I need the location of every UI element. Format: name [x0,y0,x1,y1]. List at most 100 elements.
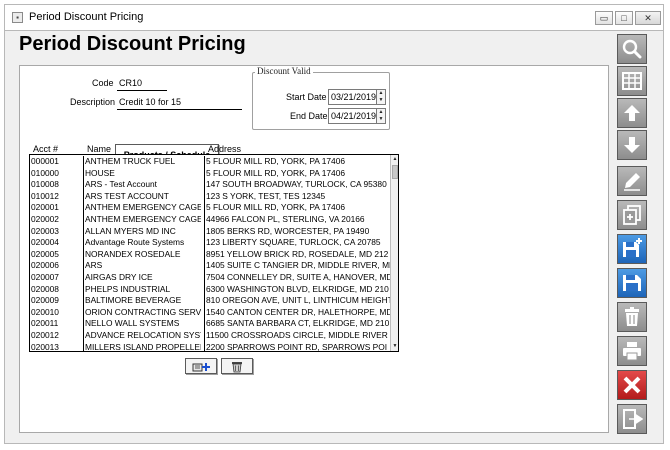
address-cell: 1405 SUITE C TANGIER DR, MIDDLE RIVER, M… [204,260,390,272]
acct-cell: 020004 [31,237,59,248]
list-scrollbar[interactable]: ▲ ▼ [390,155,398,351]
column-header-address[interactable]: Address [208,144,241,154]
name-cell: ARS [83,260,201,272]
address-cell: 810 OREGON AVE, UNIT L, LINTHICUM HEIGHT [204,295,390,307]
address-cell: 7504 CONNELLEY DR, SUITE A, HANOVER, MD [204,272,390,284]
address-cell: 123 LIBERTY SQUARE, TURLOCK, CA 20785 [204,237,390,249]
toolbar-edit-button[interactable] [617,166,647,196]
name-cell: NELLO WALL SYSTEMS [83,318,201,330]
toolbar-search-button[interactable] [617,34,647,64]
toolbar-delete-button[interactable] [617,302,647,332]
acct-cell: 020013 [31,341,59,352]
toolbar-grid-button[interactable] [617,66,647,96]
accounts-list[interactable]: 020013 MILLERS ISLAND PROPELLER 2200 SPARR… [29,154,399,352]
scroll-up-icon[interactable]: ▲ [391,155,398,164]
list-item[interactable]: 020007 AIRGAS DRY ICE 7504 CONNELLEY DR, S… [30,272,390,284]
name-cell: MILLERS ISLAND PROPELLER [83,341,201,352]
app-window: ▪ Period Discount Pricing ▭ □ ✕ Period D… [0,0,670,450]
remove-account-button[interactable] [221,358,253,374]
spin-up-icon[interactable]: ▲ [377,109,385,116]
list-item[interactable]: 020006 ARS 1405 SUITE C TANGIER DR, MIDDLE… [30,260,390,272]
address-cell: 44966 FALCON PL, STERLING, VA 20166 [204,214,390,226]
grid-icon [622,72,642,90]
list-item[interactable]: 020011 NELLO WALL SYSTEMS 6685 SANTA BARBA… [30,318,390,330]
toolbar-save-new-button[interactable] [617,234,647,264]
add-account-button[interactable] [185,358,217,374]
title-bar: ▪ Period Discount Pricing ▭ □ ✕ [4,4,664,30]
form-panel: Code Description Products / Schedule Dis… [19,65,609,433]
acct-cell: 020001 [31,202,59,213]
discount-valid-legend: Discount Valid [255,66,313,76]
start-date-spinner[interactable]: ▲ ▼ [376,89,386,105]
toolbar-copy-button[interactable] [617,200,647,230]
list-item[interactable]: 010012 ARS TEST ACCOUNT 123 S YORK, TEST, … [30,190,390,203]
list-item[interactable]: 020005 NORANDEX ROSEDALE 8951 YELLOW BRICK… [30,248,390,261]
acct-cell: 020002 [31,214,59,224]
window-title: Period Discount Pricing [29,11,144,23]
name-cell: ANTHEM EMERGENCY CAGE B [83,202,201,214]
spin-down-icon[interactable]: ▼ [377,97,385,104]
toolbar-previous-button[interactable] [617,98,647,128]
acct-cell: 010008 [31,179,59,190]
spin-down-icon[interactable]: ▼ [377,116,385,123]
end-date-label: End Date [290,111,328,121]
list-item[interactable]: 020004 Advantage Route Systems 123 LIBERTY… [30,237,390,249]
address-cell: 1805 BERKS RD, WORCESTER, PA 19490 [204,225,390,238]
address-cell: 8951 YELLOW BRICK RD, ROSEDALE, MD 212 [204,248,389,261]
close-window-button[interactable]: ✕ [635,11,661,25]
save-new-icon [623,238,642,257]
acct-cell: 020011 [31,318,59,329]
description-field[interactable] [117,95,242,110]
list-item[interactable]: 020010 ORION CONTRACTING SERVIC 1540 CANTO… [30,306,390,319]
list-item[interactable]: 020013 MILLERS ISLAND PROPELLER 2200 SPARR… [30,341,390,352]
start-date-label: Start Date [286,92,327,102]
code-field[interactable] [117,76,167,91]
list-item[interactable]: 020009 BALTIMORE BEVERAGE 810 OREGON AVE, … [30,295,390,307]
list-item[interactable]: 020002 ANTHEM EMERGENCY CAGE S 44966 FALCO… [30,214,390,226]
minimize-button[interactable]: ▭ [595,11,613,25]
toolbar-save-button[interactable] [617,268,647,298]
name-cell: ANTHEM TRUCK FUEL [83,156,201,168]
acct-cell: 020003 [31,225,59,236]
list-item[interactable]: 020001 ANTHEM EMERGENCY CAGE B5 FLOUR MIL… [30,202,390,214]
list-item[interactable]: 020008 PHELPS INDUSTRIAL 6300 WASHINGTON B… [30,283,390,296]
print-icon [623,342,641,361]
name-cell: ANTHEM EMERGENCY CAGE S [83,214,201,226]
scroll-thumb[interactable] [392,165,398,179]
address-cell: 1540 CANTON CENTER DR, HALETHORPE, MD [204,306,390,319]
maximize-button[interactable]: □ [615,11,633,25]
toolbar-exit-button[interactable] [617,404,647,434]
end-date-spinner[interactable]: ▲ ▼ [376,108,386,124]
address-cell: 5 FLOUR MILL RD, YORK, PA 17406 [204,156,390,168]
toolbar-next-button[interactable] [617,130,647,160]
spin-up-icon[interactable]: ▲ [377,90,385,97]
address-cell: 6685 SANTA BARBARA CT, ELKRIDGE, MD 210 [204,318,390,330]
arrow-down-icon [624,137,640,153]
name-cell: ARS TEST ACCOUNT [83,190,201,203]
address-cell: 6300 WASHINGTON BLVD, ELKRIDGE, MD 210 [204,283,389,296]
arrow-up-icon [624,105,640,121]
search-icon [622,39,642,59]
list-item[interactable]: 000001 ANTHEM TRUCK FUEL 5 FLOUR MILL RD, … [30,156,390,168]
toolbar-print-button[interactable] [617,336,647,366]
list-item[interactable]: 010008 ARS - Test Account 147 SOUTH BROADW… [30,179,390,191]
acct-cell: 020006 [31,260,59,271]
description-label: Description [70,97,116,107]
column-header-acct[interactable]: Acct # [33,144,58,154]
list-item[interactable]: 010000 HOUSE 5 FLOUR MILL RD, YORK, PA 174… [30,167,390,180]
name-cell: ORION CONTRACTING SERVIC [83,306,201,319]
acct-cell: 000001 [31,156,59,166]
name-cell: BALTIMORE BEVERAGE [83,295,201,307]
acct-cell: 020009 [31,295,59,306]
acct-cell: 020005 [31,248,59,259]
toolbar-cancel-button[interactable] [617,370,647,400]
list-item[interactable]: 020012 ADVANCE RELOCATION SYSTE 11500 CROS… [30,330,390,342]
acct-cell: 020010 [31,306,59,317]
list-item[interactable]: 020003 ALLAN MYERS MD INC 1805 BERKS RD, W… [30,225,390,238]
copy-icon [623,205,641,225]
close-x-icon [623,376,641,394]
scroll-down-icon[interactable]: ▼ [391,342,398,351]
column-header-name[interactable]: Name [87,144,111,154]
acct-cell: 010012 [31,190,59,201]
name-cell: AIRGAS DRY ICE [83,272,201,284]
